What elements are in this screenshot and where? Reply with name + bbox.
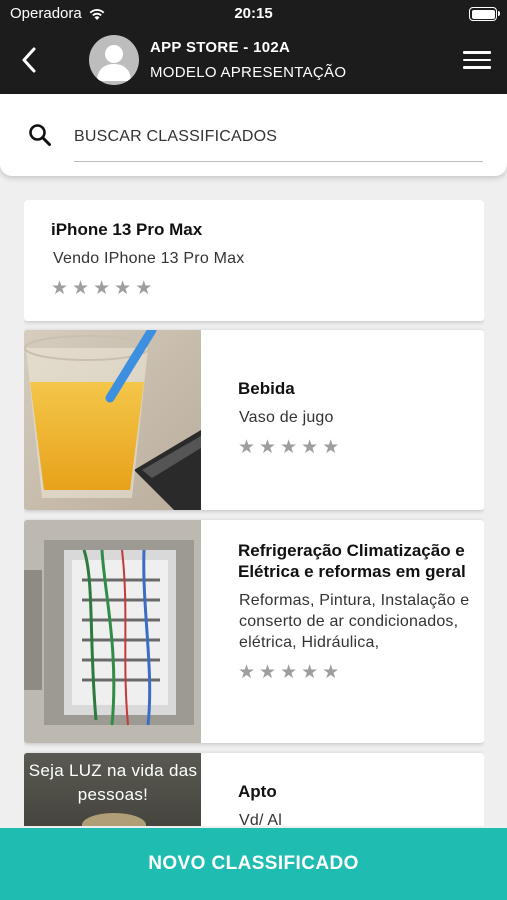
listing-image: Seja LUZ na vida das pessoas! (24, 753, 201, 826)
star-icon[interactable]: ★ (280, 663, 297, 682)
listing-card[interactable]: Refrigeração Climatização e Elétrica e r… (24, 520, 484, 743)
listing-title: Refrigeração Climatização e Elétrica e r… (238, 541, 466, 581)
star-icon[interactable]: ★ (259, 438, 276, 457)
star-icon[interactable]: ★ (51, 279, 68, 298)
star-icon[interactable]: ★ (72, 279, 89, 298)
rating-stars[interactable]: ★ ★ ★ ★ ★ (238, 663, 474, 682)
listing-image (24, 520, 201, 743)
star-icon[interactable]: ★ (93, 279, 110, 298)
chevron-left-icon (22, 47, 36, 73)
store-subtitle: MODELO APRESENTAÇÃO (150, 64, 347, 81)
star-icon[interactable]: ★ (322, 663, 339, 682)
listing-description: Vaso de jugo (239, 409, 334, 426)
search-input[interactable] (74, 118, 483, 162)
new-listing-button[interactable]: NOVO CLASSIFICADO (0, 828, 507, 900)
listing-title: Apto (238, 782, 277, 801)
star-icon[interactable]: ★ (238, 663, 255, 682)
hamburger-menu-icon[interactable] (463, 46, 491, 74)
star-icon[interactable]: ★ (135, 279, 152, 298)
star-icon[interactable]: ★ (114, 279, 131, 298)
listing-description: Vd/ Al (239, 812, 283, 826)
status-time: 20:15 (234, 5, 273, 22)
listing-card[interactable]: Seja LUZ na vida das pessoas! Apto Vd/ A… (24, 753, 484, 826)
search-icon (29, 124, 51, 146)
search-bar (0, 94, 507, 176)
classifieds-list[interactable]: iPhone 13 Pro Max Vendo IPhone 13 Pro Ma… (24, 200, 484, 826)
star-icon[interactable]: ★ (280, 438, 297, 457)
star-icon[interactable]: ★ (259, 663, 276, 682)
listing-card[interactable]: Bebida Vaso de jugo ★ ★ ★ ★ ★ (24, 330, 484, 510)
star-icon[interactable]: ★ (238, 438, 255, 457)
listing-title: iPhone 13 Pro Max (51, 220, 203, 239)
back-button[interactable] (14, 42, 44, 78)
battery-icon (469, 7, 500, 21)
listing-image (24, 330, 201, 510)
status-bar: Operadora 20:15 (0, 0, 507, 28)
listing-description: Reformas, Pintura, Instalação e conserto… (239, 592, 470, 651)
listing-card[interactable]: iPhone 13 Pro Max Vendo IPhone 13 Pro Ma… (24, 200, 484, 321)
star-icon[interactable]: ★ (301, 663, 318, 682)
rating-stars[interactable]: ★ ★ ★ ★ ★ (238, 438, 474, 457)
star-icon[interactable]: ★ (322, 438, 339, 457)
user-avatar-icon[interactable] (89, 35, 139, 85)
listing-title: Bebida (238, 379, 295, 398)
listing-description: Vendo IPhone 13 Pro Max (53, 250, 245, 267)
rating-stars[interactable]: ★ ★ ★ ★ ★ (51, 279, 471, 298)
listing-image-caption: Seja LUZ na vida das pessoas! (28, 761, 198, 804)
star-icon[interactable]: ★ (301, 438, 318, 457)
app-header: APP STORE - 102A MODELO APRESENTAÇÃO (0, 28, 507, 94)
store-title: APP STORE - 102A (150, 39, 291, 56)
